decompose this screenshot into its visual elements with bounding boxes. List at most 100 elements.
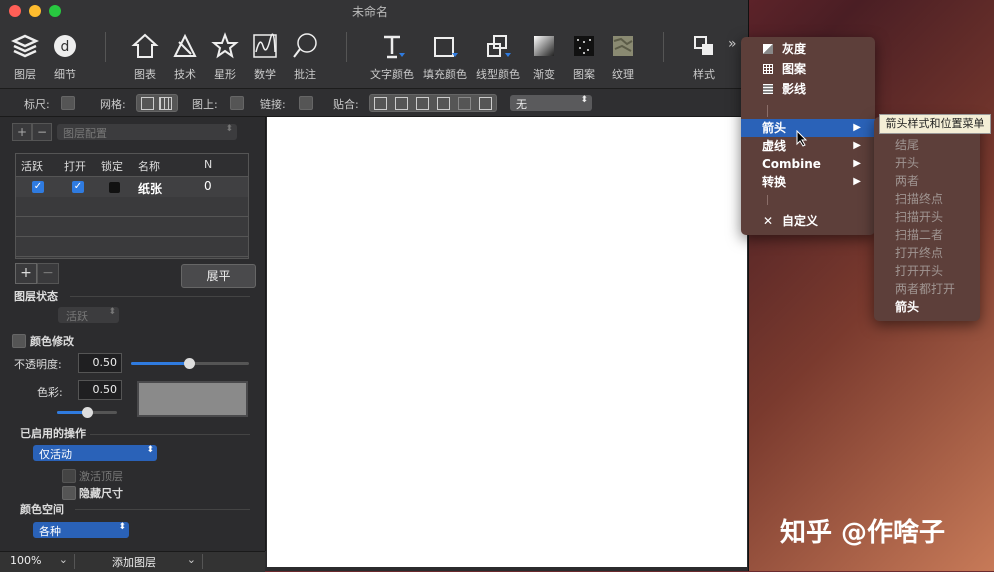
menu-item-arrow[interactable]: 箭头 ▶ — [741, 119, 875, 137]
color-swatch[interactable] — [137, 381, 248, 417]
layer-state-dropdown[interactable]: 活跃 ⬍ — [58, 307, 119, 323]
toolbar-separator — [105, 32, 106, 62]
ruler-checkbox[interactable] — [61, 96, 75, 110]
layers-table: 活跃 打开 锁定 名称 N ✓ ✓ 纸张 0 — [15, 153, 249, 259]
on-top-checkbox[interactable] — [230, 96, 244, 110]
snap-mode-dropdown[interactable]: 无 ⬍ — [510, 95, 592, 111]
menu-item-transform[interactable]: 转换 ▶ — [741, 173, 875, 191]
row-locked-checkbox[interactable] — [109, 182, 120, 193]
column-n[interactable]: N — [204, 158, 212, 171]
options-bar: 标尺: 网格: 图上: 链接: 贴合: 无 ⬍ — [0, 89, 748, 117]
toolbar-details[interactable]: d 细节 — [42, 32, 88, 82]
add-layer-label: 添加图层 — [112, 556, 156, 569]
color-space-value: 各种 — [39, 525, 61, 538]
submenu-item-sweep-start[interactable]: 扫描开头 — [895, 208, 943, 226]
submenu-item-open-end[interactable]: 打开终点 — [895, 244, 943, 262]
panel-remove-layer-button[interactable]: − — [32, 123, 52, 141]
color-space-dropdown[interactable]: 各种 ⬍ — [33, 522, 129, 538]
minimize-button[interactable] — [29, 5, 41, 17]
color-field[interactable]: 0.50 — [78, 380, 122, 400]
menu-item-hatch[interactable]: 影线 — [741, 80, 875, 98]
toolbar-label: 细节 — [54, 68, 76, 81]
submenu-item-sweep-both[interactable]: 扫描二者 — [895, 226, 943, 244]
toolbar-texture[interactable]: 纹理 — [600, 32, 646, 82]
color-modify-checkbox[interactable] — [12, 334, 26, 348]
snap-segmented-control[interactable] — [369, 94, 497, 112]
column-name[interactable]: 名称 — [138, 158, 160, 174]
snap-center-icon[interactable] — [479, 97, 492, 110]
submenu-item-end[interactable]: 结尾 — [895, 136, 919, 154]
opacity-field[interactable]: 0.50 — [78, 353, 122, 373]
row-active-checkbox[interactable]: ✓ — [32, 181, 44, 193]
snap-corner-icon[interactable] — [458, 97, 471, 110]
toolbar-label: 批注 — [294, 68, 316, 81]
snap-frame-icon[interactable] — [437, 97, 450, 110]
menu-item-label: 图案 — [782, 62, 807, 76]
menu-item-dash[interactable]: 虚线 ▶ — [741, 137, 875, 155]
panel-add-layer-button[interactable]: + — [12, 123, 32, 141]
column-locked[interactable]: 锁定 — [101, 158, 123, 174]
submenu-item-both[interactable]: 两者 — [895, 172, 919, 190]
flatten-button[interactable]: 展平 — [181, 264, 256, 288]
submenu-item-open-start[interactable]: 打开开头 — [895, 262, 943, 280]
color-slider-knob[interactable] — [82, 407, 93, 418]
chevron-updown-icon: ⬍ — [225, 124, 233, 134]
snap-grid-icon[interactable] — [374, 97, 387, 110]
submenu-arrow-icon: ▶ — [853, 176, 861, 187]
link-checkbox[interactable] — [299, 96, 313, 110]
toolbar-label: 线型颜色 — [476, 68, 520, 81]
submenu-arrow-icon: ▶ — [853, 122, 861, 133]
chevron-down-icon: ⌄ — [186, 553, 196, 566]
activate-top-checkbox[interactable] — [62, 469, 76, 483]
submenu-item-start[interactable]: 开头 — [895, 154, 919, 172]
texture-icon — [613, 36, 633, 56]
column-active[interactable]: 活跃 — [21, 158, 43, 174]
submenu-item-arrow[interactable]: 箭头 — [895, 298, 919, 316]
toolbar-line-color[interactable]: 线型颜色 — [473, 32, 523, 82]
remove-button[interactable]: − — [37, 263, 59, 284]
snap-grid-fine-icon[interactable] — [395, 97, 408, 110]
color-space-title: 颜色空间 — [20, 503, 64, 516]
table-row[interactable]: ✓ ✓ 纸张 0 — [16, 177, 248, 197]
maximize-button[interactable] — [49, 5, 61, 17]
snap-label: 贴合: — [333, 98, 359, 111]
toolbar-label: 填充颜色 — [423, 68, 467, 81]
link-label: 链接: — [260, 98, 286, 111]
submenu-item-sweep-end[interactable]: 扫描终点 — [895, 190, 943, 208]
snap-mode-value: 无 — [516, 98, 527, 111]
gradient-icon — [534, 36, 554, 56]
grid-large-icon[interactable] — [159, 97, 172, 110]
menu-item-custom[interactable]: ✕ 自定义 — [741, 212, 875, 230]
grid-small-icon[interactable] — [141, 97, 154, 110]
drawing-canvas[interactable] — [267, 117, 747, 567]
grid-segmented-control[interactable] — [136, 94, 178, 112]
section-divider — [90, 434, 250, 435]
toolbar-label: 纹理 — [612, 68, 634, 81]
window-title: 未命名 — [352, 5, 389, 19]
snap-object-icon[interactable] — [416, 97, 429, 110]
opacity-slider-knob[interactable] — [184, 358, 195, 369]
add-layer-dropdown[interactable]: 添加图层 ⌄ — [78, 553, 203, 569]
toolbar-text-color[interactable]: 文字颜色 — [367, 32, 417, 82]
hide-size-checkbox[interactable] — [62, 486, 76, 500]
hide-size-label: 隐藏尺寸 — [79, 487, 123, 500]
add-button[interactable]: + — [15, 263, 37, 284]
column-open[interactable]: 打开 — [64, 158, 86, 174]
tooltip: 箭头样式和位置菜单 — [879, 114, 991, 134]
close-button[interactable] — [9, 5, 21, 17]
chevron-updown-icon: ⬍ — [580, 95, 588, 105]
toolbar-style[interactable]: 样式 — [681, 32, 727, 82]
ruler-label: 标尺: — [24, 98, 50, 111]
toolbar-annotation[interactable]: 批注 — [282, 32, 328, 82]
row-open-checkbox[interactable]: ✓ — [72, 181, 84, 193]
menu-item-grayscale[interactable]: 灰度 — [741, 40, 875, 58]
layer-config-dropdown[interactable]: 图层配置 ⬍ — [57, 124, 237, 140]
details-icon: d — [54, 35, 76, 57]
toolbar-overflow-button[interactable]: » — [728, 36, 737, 52]
menu-item-pattern[interactable]: 图案 — [741, 60, 875, 78]
zoom-dropdown[interactable]: 100% ⌄ — [4, 553, 75, 569]
menu-item-combine[interactable]: Combine ▶ — [741, 155, 875, 173]
toolbar-fill-color[interactable]: 填充颜色 — [420, 32, 470, 82]
submenu-item-open-both[interactable]: 两者都打开 — [895, 280, 955, 298]
enabled-ops-dropdown[interactable]: 仅活动 ⬍ — [33, 445, 157, 461]
